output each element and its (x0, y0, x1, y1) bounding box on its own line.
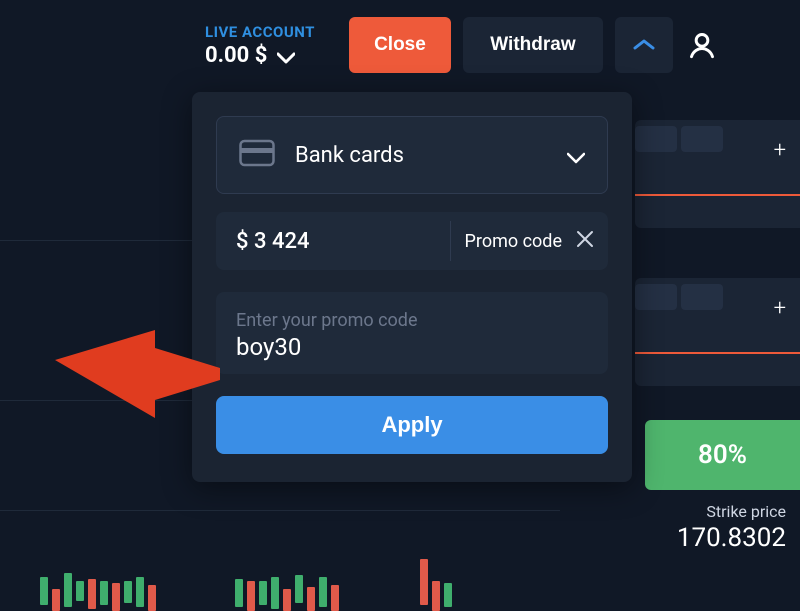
strike-block: Strike price 170.8302 (677, 502, 786, 553)
strike-label: Strike price (677, 502, 786, 521)
chevron-down-icon (567, 149, 585, 161)
header: LIVE ACCOUNT 0.00 $ Close Withdraw (0, 0, 800, 90)
side-panel-2: + (635, 278, 800, 386)
account-type-label: LIVE ACCOUNT (205, 23, 315, 41)
close-button[interactable]: Close (349, 17, 451, 73)
grid-line (0, 510, 560, 511)
apply-button[interactable]: Apply (216, 396, 608, 454)
payment-method-select[interactable]: Bank cards (216, 116, 608, 194)
promo-toggle[interactable]: Promo code (451, 230, 608, 253)
platform-icon-button[interactable] (615, 17, 673, 73)
amount-row: $ 3 424 Promo code (216, 212, 608, 270)
chevron-down-icon[interactable] (277, 49, 295, 61)
profile-button[interactable] (687, 17, 717, 73)
chart-background (0, 551, 560, 611)
close-icon[interactable] (576, 230, 594, 253)
side-tab[interactable] (635, 284, 677, 310)
plus-icon[interactable]: + (774, 296, 786, 321)
side-tab[interactable] (681, 126, 723, 152)
card-icon (239, 139, 275, 171)
side-tab[interactable] (681, 284, 723, 310)
amount-value[interactable]: $ 3 424 (236, 229, 450, 254)
plus-icon[interactable]: + (774, 138, 786, 163)
side-tab[interactable] (635, 126, 677, 152)
promo-placeholder: Enter your promo code (236, 310, 588, 331)
payment-method-label: Bank cards (295, 143, 547, 168)
strike-price: 170.8302 (677, 523, 786, 553)
promo-label: Promo code (465, 231, 562, 252)
balance-value: 0.00 $ (205, 43, 267, 68)
account-balance: 0.00 $ (205, 43, 315, 68)
deposit-modal: Bank cards $ 3 424 Promo code Enter your… (192, 92, 632, 482)
profit-badge[interactable]: 80% (645, 420, 800, 490)
promo-code-input[interactable]: Enter your promo code boy30 (216, 292, 608, 374)
side-panel-1: + (635, 120, 800, 228)
withdraw-button[interactable]: Withdraw (463, 17, 603, 73)
account-block[interactable]: LIVE ACCOUNT 0.00 $ (205, 23, 315, 68)
promo-value: boy30 (236, 333, 588, 361)
